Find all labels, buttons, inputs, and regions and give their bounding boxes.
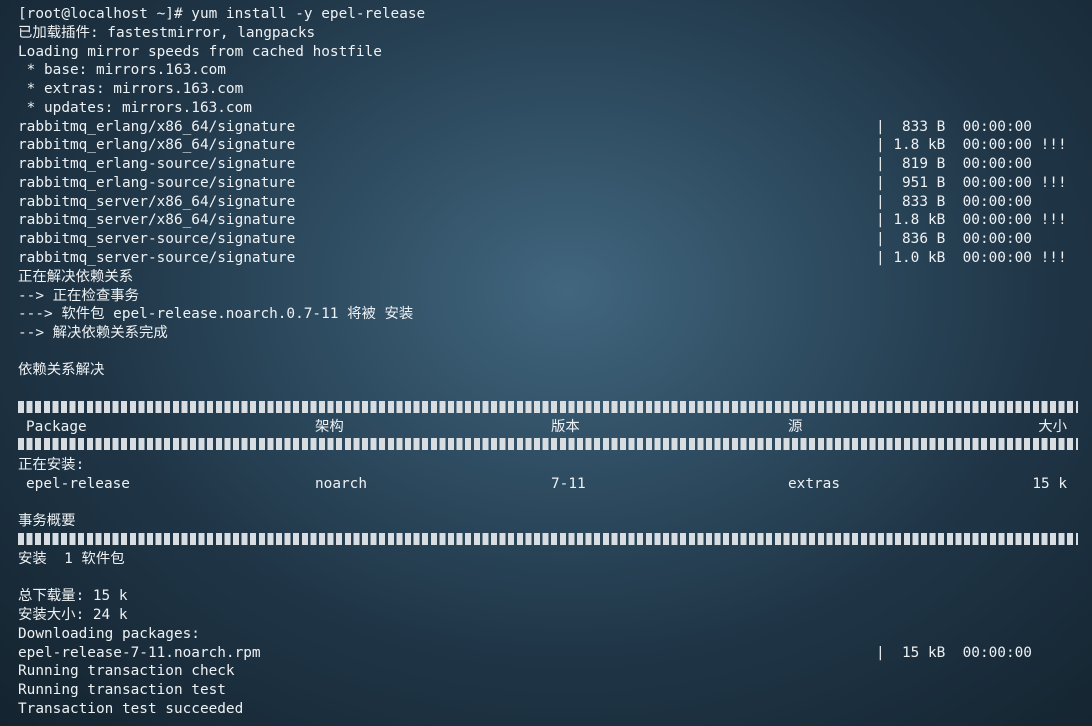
header-version: 版本 (551, 419, 580, 435)
transaction-test-line: Running transaction test (18, 682, 226, 698)
signature-name: rabbitmq_erlang/x86_64/signature (18, 137, 296, 153)
header-package: Package (26, 419, 87, 435)
install-count-line: 安装 1 软件包 (18, 551, 125, 567)
mirror-speeds-line: Loading mirror speeds from cached hostfi… (18, 44, 382, 60)
install-size-line: 安装大小: 24 k (18, 607, 128, 623)
installing-label: 正在安装: (18, 457, 85, 473)
mirror-extras-line: * extras: mirrors.163.com (18, 81, 244, 97)
signature-name: rabbitmq_erlang/x86_64/signature (18, 119, 296, 135)
mirror-updates-line: * updates: mirrors.163.com (18, 100, 252, 116)
signature-size: | 836 B 00:00:00 (876, 231, 1032, 247)
table-separator-summary (18, 533, 1078, 545)
deps-resolved-line: 依赖关系解决 (18, 362, 105, 378)
terminal-window[interactable]: [root@localhost ~]# yum install -y epel-… (0, 0, 1092, 726)
table-separator-top (18, 401, 1078, 413)
package-size: 15 k (1032, 476, 1067, 492)
signature-size: | 833 B 00:00:00 (876, 119, 1032, 135)
signature-name: rabbitmq_erlang-source/signature (18, 156, 296, 172)
downloading-line: Downloading packages: (18, 626, 200, 642)
command-prompt-line: [root@localhost ~]# yum install -y epel-… (18, 6, 426, 22)
signature-name: rabbitmq_server/x86_64/signature (18, 212, 296, 228)
signature-size: | 833 B 00:00:00 (876, 194, 1032, 210)
signature-name: rabbitmq_server-source/signature (18, 250, 296, 266)
signature-name: rabbitmq_server-source/signature (18, 231, 296, 247)
plugins-line: 已加载插件: fastestmirror, langpacks (18, 25, 316, 41)
signature-size: | 951 B 00:00:00 !!! (876, 175, 1067, 191)
transaction-succeeded-line: Transaction test succeeded (18, 701, 244, 717)
table-separator-header (18, 438, 1078, 450)
transaction-check-line: Running transaction check (18, 663, 235, 679)
package-name: epel-release (26, 476, 130, 492)
checking-transaction-line: --> 正在检查事务 (18, 288, 139, 304)
package-version: 7-11 (551, 476, 586, 492)
package-install-line: ---> 软件包 epel-release.noarch.0.7-11 将被 安… (18, 306, 414, 322)
rpm-progress: | 15 kB 00:00:00 (876, 645, 1032, 661)
header-arch: 架构 (315, 419, 344, 435)
package-arch: noarch (315, 476, 367, 492)
signature-size: | 1.0 kB 00:00:00 !!! (876, 250, 1067, 266)
signature-size: | 1.8 kB 00:00:00 !!! (876, 137, 1067, 153)
mirror-base-line: * base: mirrors.163.com (18, 62, 226, 78)
rpm-name: epel-release-7-11.noarch.rpm (18, 645, 261, 661)
header-repo: 源 (788, 419, 803, 435)
resolving-line: 正在解决依赖关系 (18, 269, 134, 285)
signature-size: | 819 B 00:00:00 (876, 156, 1032, 172)
package-repo: extras (788, 476, 840, 492)
signature-name: rabbitmq_server/x86_64/signature (18, 194, 296, 210)
signature-size: | 1.8 kB 00:00:00 !!! (876, 212, 1067, 228)
signature-name: rabbitmq_erlang-source/signature (18, 175, 296, 191)
total-download-line: 总下载量: 15 k (18, 588, 128, 604)
header-size: 大小 (1038, 419, 1067, 435)
resolve-done-line: --> 解决依赖关系完成 (18, 325, 168, 341)
summary-title: 事务概要 (18, 513, 76, 529)
